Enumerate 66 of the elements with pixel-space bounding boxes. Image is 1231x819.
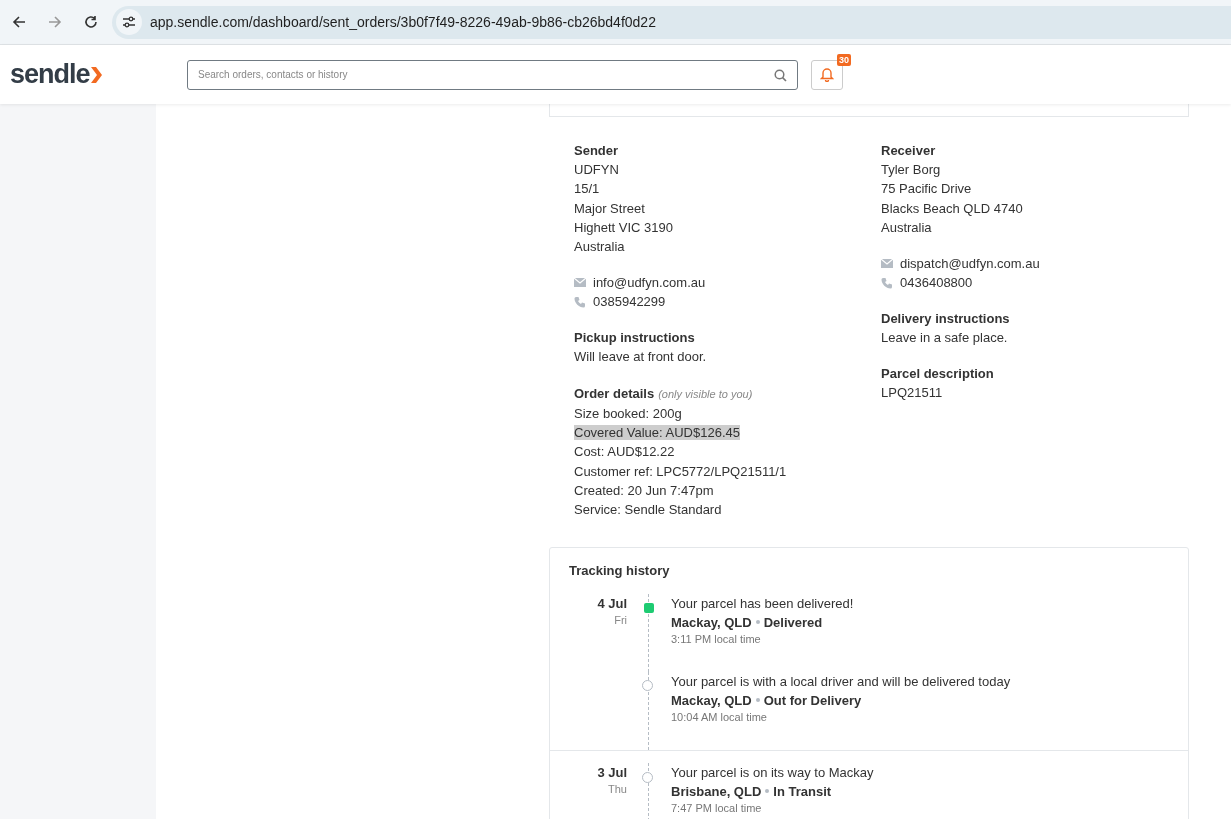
forward-arrow-icon[interactable] (48, 15, 62, 29)
address-bar[interactable]: app.sendle.com/dashboard/sent_orders/3b0f7f49-8226-49ab-9b86-cb26bd4f0d22 (112, 5, 1231, 39)
address-line: Australia (881, 218, 933, 237)
chevron-icon (89, 65, 102, 84)
event-location: Mackay, QLD (671, 613, 752, 632)
site-info-button[interactable] (116, 9, 142, 35)
order-detail-text: Created: 20 Jun 7:47pm (574, 482, 714, 498)
address-line: 15/1 (574, 180, 601, 199)
address-line: Australia (574, 238, 626, 257)
url-text: app.sendle.com/dashboard/sent_orders/3b0f7f49-8226-49ab-9b86-cb26bd4f0d22 (150, 14, 656, 30)
order-detail-text: Service: Sendle Standard (574, 502, 722, 518)
section-heading: Sender (574, 142, 620, 160)
separator-dot (765, 789, 770, 794)
tune-icon (122, 16, 136, 28)
section-heading: Order details (574, 385, 655, 401)
address-line: 75 Pacific Drive (881, 180, 973, 199)
section-heading: Delivery instructions (881, 310, 1011, 329)
separator-dot (755, 620, 760, 625)
email-text: info@udfyn.com.au (593, 274, 706, 293)
section-text: Will leave at front door. (574, 348, 708, 367)
event-message: Your parcel is on its way to Mackay (671, 763, 874, 782)
event-time: 10:04 AM local time (671, 709, 768, 725)
section-heading: Pickup instructions (574, 329, 696, 348)
section-heading: Parcel description (881, 365, 995, 384)
event-location: Brisbane, QLD (671, 782, 762, 801)
date-text: 3 Jul (596, 764, 627, 780)
reload-icon[interactable] (84, 15, 98, 29)
email-text: dispatch@udfyn.com.au (900, 255, 1040, 274)
separator-dot (755, 698, 760, 703)
notification-count-badge: 30 (837, 53, 851, 66)
event-status: Delivered (763, 613, 823, 632)
logo-text[interactable]: sendle (10, 59, 90, 90)
event-time: 7:47 PM local time (671, 800, 763, 816)
address-line: UDFYN (574, 161, 620, 179)
address-line: Highett VIC 3190 (574, 218, 674, 237)
section-text: Leave in a safe place. (881, 329, 1009, 348)
event-message: Your parcel has been delivered! (671, 594, 854, 613)
back-arrow-icon[interactable] (12, 15, 26, 29)
visibility-note: (only visible to you) (658, 387, 753, 400)
weekday-text: Thu (607, 782, 627, 795)
email-icon (574, 278, 586, 288)
order-detail-text: Covered Value: AUD$126.45 (574, 425, 740, 441)
section-text: LPQ21511 (881, 384, 944, 403)
phone-text: 0436408800 (900, 274, 973, 293)
bell-icon (820, 67, 834, 82)
order-detail-text: Size booked: 200g (574, 405, 682, 421)
card-title: Tracking history (568, 561, 671, 580)
event-status: Out for Delivery (763, 691, 862, 710)
phone-icon (574, 296, 586, 308)
address-line: Tyler Borg (881, 161, 942, 179)
address-line: Major Street (574, 199, 646, 218)
email-icon (881, 259, 893, 269)
section-heading: Receiver (881, 142, 937, 160)
search-icon (774, 68, 787, 82)
weekday-text: Fri (613, 613, 627, 626)
date-text: 4 Jul (596, 595, 627, 611)
order-detail-text: Cost: AUD$12.22 (574, 444, 675, 460)
phone-text: 0385942299 (593, 293, 666, 312)
search-field[interactable]: Search orders, contacts or history (187, 59, 798, 90)
order-detail-text: Customer ref: LPC5772/LPQ21511/1 (574, 463, 787, 479)
phone-icon (881, 276, 893, 289)
event-status: In Transit (773, 782, 832, 801)
event-location: Mackay, QLD (671, 691, 752, 710)
event-message: Your parcel is with a local driver and will be delivered today (671, 672, 1011, 691)
address-line: Blacks Beach QLD 4740 (881, 199, 1024, 218)
event-time: 3:11 PM local time (671, 631, 762, 647)
